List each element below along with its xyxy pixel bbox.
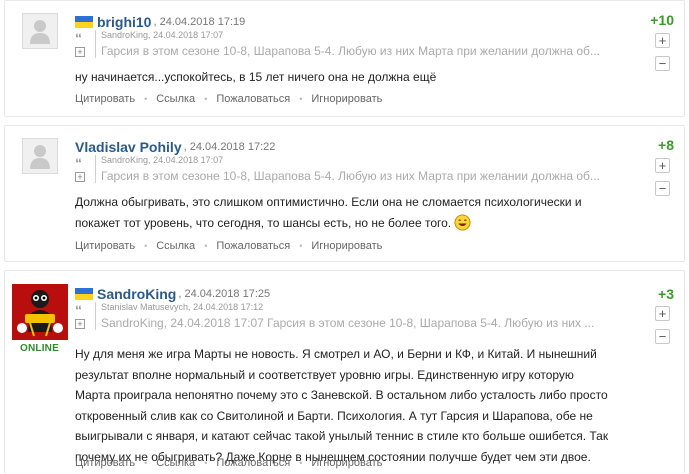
link-action-link[interactable]: Ссылка [156,240,195,252]
quote-author: SandroKing [101,155,149,165]
comment-date: , 24.04.2018 17:22 [183,141,276,153]
separator: • [299,94,303,104]
quote-action-link[interactable]: Цитировать [75,457,135,469]
comment-header: brighi10 , 24.04.2018 17:19 [75,14,245,30]
ignore-action-link[interactable]: Игнорировать [311,457,382,469]
author-link[interactable]: Vladislav Pohily [75,139,182,155]
expand-quote-button[interactable]: + [75,172,85,182]
separator: • [144,94,148,104]
comment-text: Должна обыгривать, это слишком оптимисти… [75,192,582,234]
report-action-link[interactable]: Пожаловаться [216,240,290,252]
comment-actions: Цитировать • Ссылка • Пожаловаться • Игнори… [75,457,382,469]
quote-text: Гарсия в этом сезоне 10-8, Шарапова 5-4.… [101,169,600,183]
comment-date-value: 24.04.2018 17:25 [184,288,271,300]
comment-text-line: Ну для меня же игра Марты не новость. Я … [75,347,597,361]
user-avatar-image[interactable] [12,284,68,340]
vote-down-button[interactable]: − [655,181,670,196]
separator: • [144,458,148,468]
author-link[interactable]: brighi10 [97,14,151,30]
vote-up-button[interactable]: + [655,33,670,48]
quote-date: 24.04.2018 17:07 [153,155,224,165]
comment-score: +8 [658,137,674,153]
cartoon-character-avatar-icon [12,284,68,340]
comment: Vladislav Pohily , 24.04.2018 17:22 +8 +… [4,125,685,262]
separator: • [204,241,208,251]
author-link[interactable]: SandroKing [97,286,176,302]
vote-down-button[interactable]: − [655,329,670,344]
comment-date-value: 24.04.2018 17:19 [159,16,246,28]
quote-mark-icon: “ [75,155,82,171]
vote-down-button[interactable]: − [655,56,670,71]
ignore-action-link[interactable]: Игнорировать [311,93,382,105]
comment-date-value: 24.04.2018 17:22 [189,141,276,153]
comment-score: +3 [658,286,674,302]
comment-date: , 24.04.2018 17:19 [153,16,246,28]
vote-up-button[interactable]: + [655,158,670,173]
quote-mark-icon: “ [75,30,82,46]
comment-text-line-content: покажет тот уровень, что сегодня, то шан… [75,216,452,230]
report-action-link[interactable]: Пожаловаться [216,457,290,469]
separator: • [144,241,148,251]
comment: ONLINE SandroKing , 24.04.2018 17:25 +3 … [4,270,685,474]
quote-mark-icon: “ [75,302,82,318]
comment-text: ну начинается...успокойтесь, в 15 лет ни… [75,70,437,84]
ukraine-flag-icon [75,16,93,28]
quote-date: 24.04.2018 17:07 [153,30,224,40]
comment-date: , 24.04.2018 17:25 [178,288,271,300]
quote-action-link[interactable]: Цитировать [75,93,135,105]
quote-action-link[interactable]: Цитировать [75,240,135,252]
quote-text: Гарсия в этом сезоне 10-8, Шарапова 5-4.… [101,44,600,58]
comment-header: SandroKing , 24.04.2018 17:25 [75,286,270,302]
comment: brighi10 , 24.04.2018 17:19 +10 + − “ + … [4,0,685,117]
vote-up-button[interactable]: + [655,306,670,321]
separator: • [299,241,303,251]
separator: • [204,94,208,104]
separator: • [204,458,208,468]
default-avatar-icon[interactable] [22,138,58,174]
link-action-link[interactable]: Ссылка [156,457,195,469]
laughing-smiley-icon [454,214,471,231]
quote-author: SandroKing [101,30,149,40]
comment-text-line: результат вполне нормальный и соответств… [75,367,574,382]
quote-author: Stanislav Matusevych [101,302,189,312]
comment-text-line: откровенный слив как со Свитолиной и Бар… [75,408,593,423]
comment-text-line: Должна обыгривать, это слишком оптимисти… [75,195,582,209]
expand-quote-button[interactable]: + [75,47,85,57]
comment-text: Ну для меня же игра Марты не новость. Я … [75,344,608,467]
link-action-link[interactable]: Ссылка [156,93,195,105]
default-avatar-icon[interactable] [22,13,58,49]
comment-header: Vladislav Pohily , 24.04.2018 17:22 [75,139,275,155]
quoted-comment: Stanislav Matusevych, 24.04.2018 17:12 S… [95,302,655,330]
report-action-link[interactable]: Пожаловаться [216,93,290,105]
quote-meta: SandroKing, 24.04.2018 17:07 [101,30,224,40]
quote-meta: SandroKing, 24.04.2018 17:07 [101,155,224,165]
quote-text: SandroKing, 24.04.2018 17:07 Гарсия в эт… [101,316,595,330]
ukraine-flag-icon [75,288,93,300]
quote-meta: Stanislav Matusevych, 24.04.2018 17:12 [101,302,264,312]
comment-actions: Цитировать • Ссылка • Пожаловаться • Игнори… [75,240,382,252]
quote-date: 24.04.2018 17:12 [193,302,264,312]
comment-text-line: покажет тот уровень, что сегодня, то шан… [75,213,582,234]
comment-text-line: выигрывали с января, и катают сейчас так… [75,429,609,443]
separator: • [299,458,303,468]
quoted-comment: SandroKing, 24.04.2018 17:07 Гарсия в эт… [95,30,655,58]
quoted-comment: SandroKing, 24.04.2018 17:07 Гарсия в эт… [95,155,655,183]
ignore-action-link[interactable]: Игнорировать [311,240,382,252]
comment-score: +10 [650,12,674,28]
expand-quote-button[interactable]: + [75,319,85,329]
comment-actions: Цитировать • Ссылка • Пожаловаться • Игнори… [75,93,382,105]
online-status-badge: ONLINE [20,343,59,354]
comment-text-line: Марта проиграла непонятно почему это с З… [75,388,608,402]
